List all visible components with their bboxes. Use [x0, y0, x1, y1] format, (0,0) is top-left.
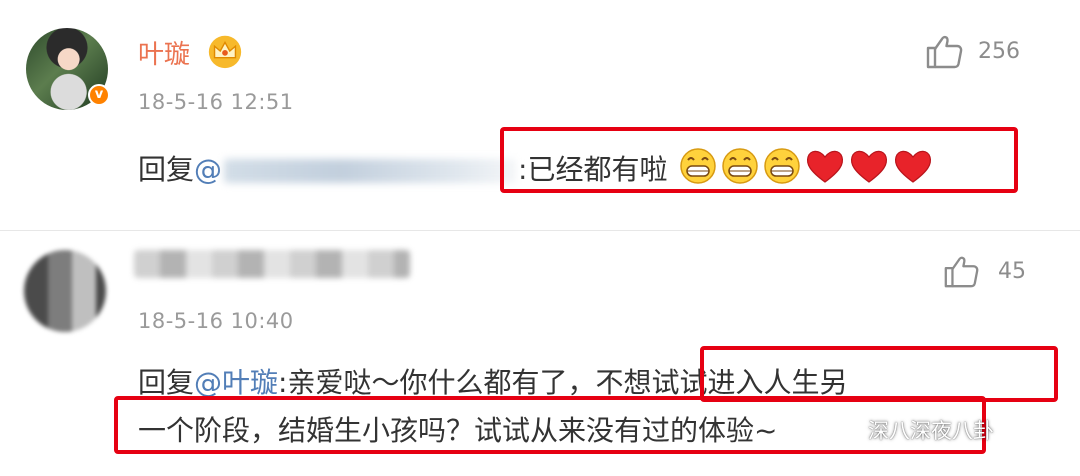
avatar[interactable]: v	[26, 28, 110, 110]
reply-prefix: 回复	[138, 153, 195, 186]
reply-prefix: 回复	[138, 366, 195, 399]
avatar[interactable]	[24, 250, 106, 332]
comment-time: 18-5-16 12:51	[138, 90, 294, 114]
like-button[interactable]: 45	[942, 252, 1026, 290]
username[interactable]: 叶璇	[138, 34, 190, 71]
blurred-handle	[224, 159, 517, 183]
avatar-image	[24, 250, 106, 332]
highlight-box	[700, 346, 1058, 402]
wechat-icon	[829, 419, 860, 441]
divider	[0, 230, 1080, 231]
like-count: 256	[978, 38, 1020, 64]
comment-time: 18-5-16 10:40	[138, 309, 294, 333]
mention-link[interactable]: @叶璇	[194, 366, 278, 399]
watermark-text: 深八深夜八卦	[868, 419, 994, 443]
comment-1: v 叶璇 18-5-16 12:51 256 回复@:已经都有啦	[0, 0, 1080, 232]
blurred-username[interactable]	[134, 250, 410, 278]
highlight-box	[500, 127, 1018, 193]
thumbs-up-icon	[926, 35, 963, 69]
thumbs-up-icon	[944, 256, 979, 288]
verified-badge-icon: v	[88, 84, 110, 106]
mention-link[interactable]: @	[194, 153, 222, 186]
like-count: 45	[998, 258, 1026, 284]
watermark: 深八深夜八卦	[828, 415, 994, 445]
crown-icon	[208, 35, 242, 69]
like-button[interactable]: 256	[924, 31, 1020, 71]
